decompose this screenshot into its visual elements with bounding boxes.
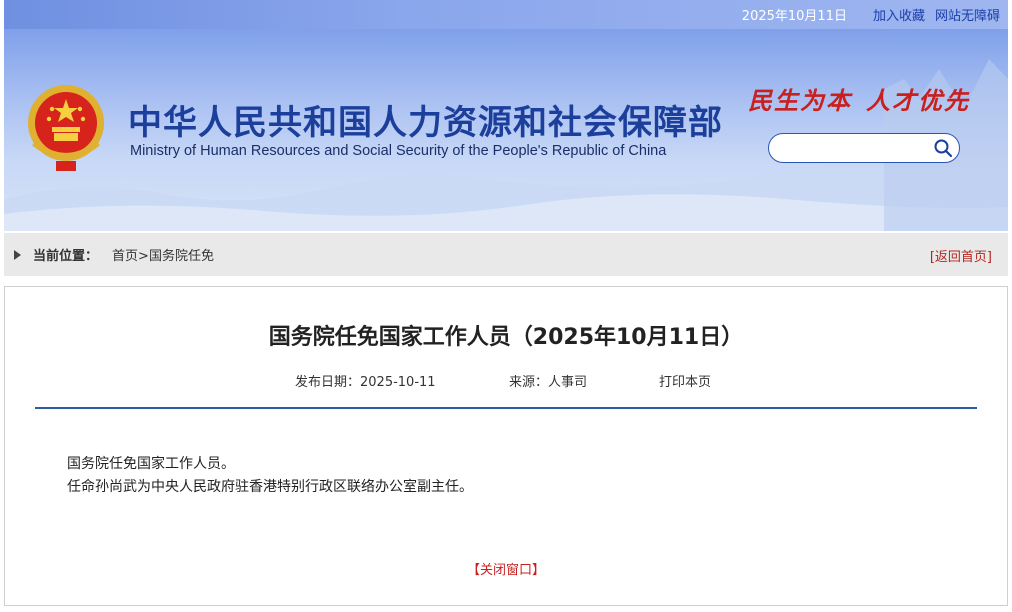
breadcrumb-current[interactable]: 国务院任免 xyxy=(149,249,214,264)
article-title: 国务院任免国家工作人员（2025年10月11日） xyxy=(268,325,744,350)
article-source: 来源：人事司 xyxy=(509,375,588,390)
back-home-link[interactable]: [返回首页] xyxy=(930,246,992,265)
close-window-area: 【关闭窗口】 xyxy=(5,559,1007,578)
slogan-part-2: 人才优先 xyxy=(866,86,970,115)
title-divider xyxy=(35,407,977,409)
breadcrumb: 首页>国务院任免 xyxy=(112,245,214,264)
search-box xyxy=(768,133,960,163)
national-emblem-icon xyxy=(28,85,104,171)
triangle-right-icon xyxy=(14,249,21,260)
breadcrumb-bar: 当前位置： 首页>国务院任免 [返回首页] xyxy=(4,233,1008,276)
accessibility-link[interactable]: 网站无障碍 xyxy=(935,5,1000,24)
article-paragraph: 国务院任免国家工作人员。 xyxy=(67,456,235,472)
breadcrumb-label: 当前位置： xyxy=(33,249,99,264)
search-input[interactable] xyxy=(779,138,929,158)
add-favorite-link[interactable]: 加入收藏 xyxy=(873,5,925,24)
search-icon[interactable] xyxy=(933,138,953,158)
article-panel: 国务院任免国家工作人员（2025年10月11日） 发布日期：2025-10-11… xyxy=(4,286,1008,606)
top-bar: 2025年10月11日 加入收藏 网站无障碍 xyxy=(4,0,1008,29)
breadcrumb-home[interactable]: 首页 xyxy=(112,249,138,264)
site-subtitle: Ministry of Human Resources and Social S… xyxy=(130,143,667,159)
site-title: 中华人民共和国人力资源和社会保障部 xyxy=(128,103,723,143)
article-body: 国务院任免国家工作人员。 任命孙尚武为中央人民政府驻香港特别行政区联络办公室副主… xyxy=(67,453,473,499)
site-banner: 中华人民共和国人力资源和社会保障部 Ministry of Human Reso… xyxy=(4,29,1008,231)
publish-date: 发布日期：2025-10-11 xyxy=(295,375,436,390)
slogan-part-1: 民生为本 xyxy=(748,86,852,115)
slogan: 民生为本 人才优先 xyxy=(748,81,970,116)
print-page-link[interactable]: 打印本页 xyxy=(659,371,711,390)
article-paragraph: 任命孙尚武为中央人民政府驻香港特别行政区联络办公室副主任。 xyxy=(67,479,473,495)
close-window-link[interactable]: 【关闭窗口】 xyxy=(467,563,545,578)
current-date: 2025年10月11日 xyxy=(741,9,847,24)
breadcrumb-separator: > xyxy=(138,249,149,264)
